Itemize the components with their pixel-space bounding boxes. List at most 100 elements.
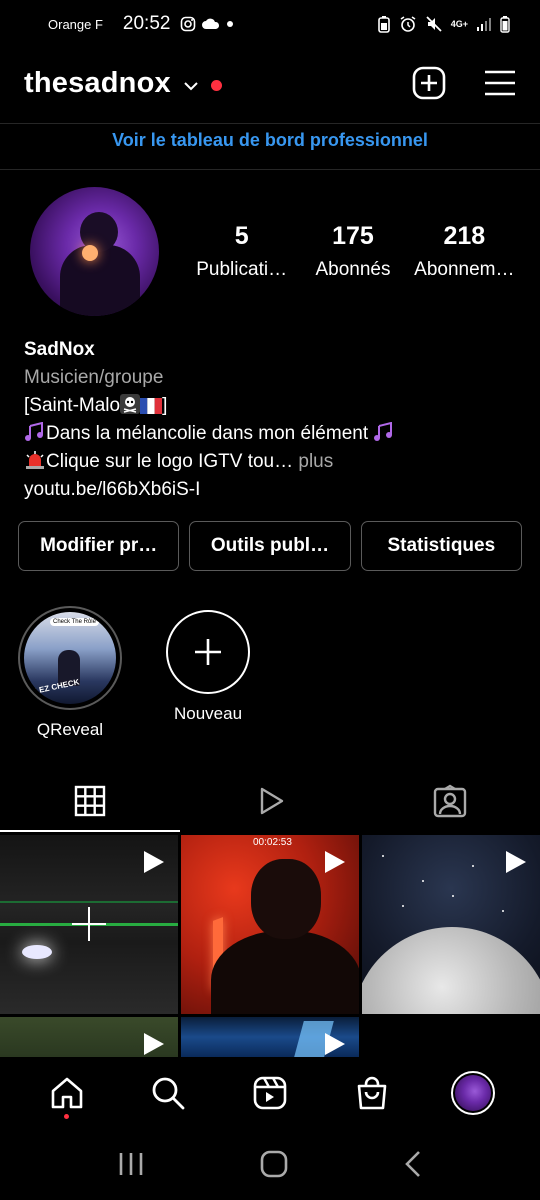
- grid-icon: [74, 785, 106, 817]
- create-plus-icon[interactable]: [412, 66, 446, 100]
- stat-following[interactable]: 218 Abonnem…: [409, 222, 520, 281]
- profile-actions: Modifier pr… Outils publ… Statistiques: [18, 521, 522, 571]
- alarm-icon: [400, 16, 416, 32]
- tab-grid[interactable]: [0, 770, 180, 832]
- tab-tagged[interactable]: [360, 770, 540, 832]
- play-icon: [325, 851, 345, 873]
- new-highlight-button[interactable]: Nouveau: [156, 606, 260, 740]
- story-highlights: Check The Rôle LEZ CHECK QReveal Nouveau: [18, 606, 260, 740]
- chevron-down-icon[interactable]: [183, 81, 199, 91]
- france-flag-icon: [140, 398, 163, 414]
- play-icon: [325, 1033, 345, 1055]
- thumb-detail: [502, 910, 504, 912]
- thumb-detail: [362, 927, 540, 1014]
- new-highlight-ring: [166, 610, 250, 694]
- stat-value: 5: [234, 222, 249, 250]
- stat-followers[interactable]: 175 Abonnés: [297, 222, 408, 281]
- signal-icon: [477, 18, 491, 31]
- menu-hamburger-icon[interactable]: [484, 69, 516, 97]
- network-type-label: 4G+: [450, 18, 468, 29]
- stat-label: Abonnem…: [414, 259, 515, 280]
- music-notes-icon: [374, 422, 393, 441]
- bio-line-igtv: Clique sur le logo IGTV tou… plus: [24, 448, 516, 476]
- skull-crossbones-icon: [120, 394, 141, 414]
- bio-text: [Saint-Malo: [24, 395, 121, 416]
- highlight-sticker: Check The Rôle: [50, 618, 99, 626]
- post-thumbnail[interactable]: [0, 1017, 178, 1057]
- play-icon: [144, 1033, 164, 1055]
- profile-tabs: [0, 770, 540, 832]
- post-grid: 00:02:53: [0, 835, 540, 1057]
- bio-line-location: [Saint-Malo]: [24, 392, 516, 420]
- home-button-icon[interactable]: [259, 1149, 289, 1179]
- post-thumbnail[interactable]: [362, 835, 540, 1014]
- back-icon[interactable]: [403, 1150, 423, 1178]
- bio-text: Dans la mélancolie dans mon élément: [46, 423, 374, 444]
- nav-home[interactable]: [37, 1063, 97, 1123]
- notification-dot: [63, 1114, 69, 1119]
- profile-avatar-icon: [451, 1071, 496, 1115]
- thumb-detail: [472, 865, 474, 867]
- nav-shop[interactable]: [342, 1063, 402, 1123]
- thumb-detail: [422, 880, 424, 882]
- highlight-label: QReveal: [36, 720, 104, 739]
- profile-stats: 5 Publicati… 175 Abonnés 218 Abonnem…: [186, 222, 520, 281]
- thumb-detail: [211, 930, 359, 1014]
- carrier-label: Orange F: [48, 16, 103, 32]
- play-icon: [506, 851, 526, 873]
- shopping-bag-icon: [357, 1076, 386, 1110]
- plus-icon: [195, 639, 221, 665]
- nav-search[interactable]: [138, 1063, 198, 1123]
- battery-icon: [500, 16, 510, 33]
- recent-apps-icon[interactable]: [117, 1151, 145, 1177]
- thumb-detail: [402, 905, 404, 907]
- profile-avatar[interactable]: [30, 187, 159, 316]
- bio-website-link[interactable]: youtu.be/l66bXb6iS-I: [24, 476, 516, 504]
- music-notes-icon: [25, 422, 43, 441]
- professional-dashboard-link[interactable]: Voir le tableau de bord professionnel: [0, 125, 540, 169]
- avatar-light: [82, 245, 98, 261]
- edit-profile-button[interactable]: Modifier pr…: [18, 521, 180, 571]
- stat-value: 175: [332, 222, 374, 250]
- reels-icon: [253, 1076, 287, 1110]
- bio-line-melancholy: Dans la mélancolie dans mon élément: [24, 420, 516, 448]
- play-outline-icon: [260, 787, 284, 815]
- bio-more-link[interactable]: plus: [298, 451, 333, 472]
- stat-value: 218: [443, 222, 486, 250]
- post-thumbnail[interactable]: [0, 835, 178, 1014]
- highlight-overlay-text: LEZ CHECK: [33, 677, 81, 696]
- post-thumbnail[interactable]: 00:02:53: [181, 835, 359, 1014]
- nav-profile[interactable]: [443, 1063, 503, 1123]
- highlight-thumbnail: Check The Rôle LEZ CHECK: [24, 612, 116, 704]
- stat-posts[interactable]: 5 Publicati…: [186, 222, 297, 281]
- promotion-tools-button[interactable]: Outils publ…: [189, 521, 351, 571]
- stat-label: Abonnés: [315, 259, 391, 280]
- bio-text: ]: [162, 395, 168, 416]
- insights-button[interactable]: Statistiques: [360, 521, 522, 571]
- thumb-detail: [382, 855, 384, 857]
- divider: [0, 123, 540, 124]
- thumb-detail: [0, 901, 178, 903]
- dot-icon: [227, 21, 234, 27]
- stat-label: Publicati…: [196, 259, 288, 280]
- cloud-icon: [202, 18, 220, 29]
- account-switcher-username[interactable]: thesadnox: [24, 67, 171, 100]
- empty-grid-cell: [362, 1017, 540, 1057]
- instagram-notification-icon: [181, 16, 196, 32]
- highlight-item[interactable]: Check The Rôle LEZ CHECK QReveal: [18, 606, 122, 740]
- battery-saver-icon: [377, 16, 390, 33]
- thumb-timer-text: 00:02:53: [253, 837, 292, 848]
- system-navigation: [0, 1128, 540, 1200]
- highlight-label: Nouveau: [173, 704, 243, 723]
- nav-reels[interactable]: [240, 1063, 300, 1123]
- clock: 20:52: [122, 13, 171, 34]
- thumb-detail: [251, 859, 321, 939]
- tab-reels[interactable]: [180, 770, 360, 832]
- notification-dot: [210, 79, 222, 91]
- highlight-ring: Check The Rôle LEZ CHECK: [18, 606, 122, 710]
- post-thumbnail[interactable]: [181, 1017, 359, 1057]
- tagged-person-icon: [433, 784, 467, 818]
- category-label: Musicien/groupe: [24, 367, 164, 388]
- profile-bio: SadNox Musicien/groupe [Saint-Malo] Dans…: [24, 336, 516, 504]
- home-icon: [51, 1077, 83, 1109]
